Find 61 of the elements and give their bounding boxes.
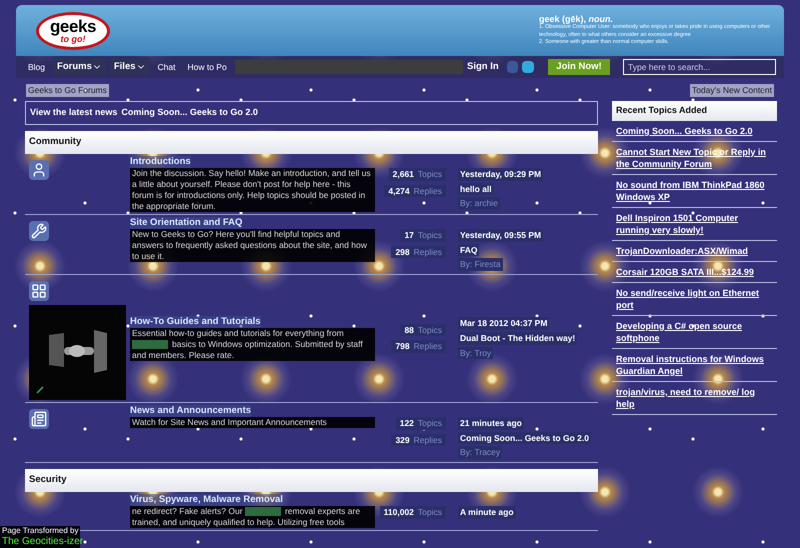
category-header: Security bbox=[25, 468, 598, 492]
forum-description: Essential how-to guides and tutorials for everything from basics to Windows optimization. Submitted by staff and members. Please rate. bbox=[130, 328, 375, 361]
topic-count: 2,661 Topics bbox=[388, 168, 446, 180]
news-link[interactable]: Coming Soon... Geeks to Go 2.0 bbox=[121, 106, 258, 120]
reply-count: 329 Replies bbox=[391, 434, 446, 446]
last-post-link[interactable]: hello all bbox=[458, 182, 494, 196]
topic-count: 88 Topics bbox=[400, 324, 446, 336]
category-header: Community bbox=[25, 130, 598, 154]
nav-link[interactable]: Forums bbox=[53, 58, 106, 76]
last-post-link[interactable]: Dual Boot - The Hidden way! bbox=[458, 332, 578, 345]
recent-topic-link[interactable]: No sound from IBM ThinkPad 1860 Windows XP bbox=[616, 178, 773, 203]
breadcrumb-link[interactable]: Geeks to Go Forums bbox=[26, 84, 109, 97]
windows-icon bbox=[29, 280, 49, 301]
person-icon bbox=[29, 160, 49, 180]
site-logo[interactable]: geeks to go! bbox=[36, 12, 110, 50]
news-label: View the latest news bbox=[30, 106, 118, 119]
reply-count: 798 Replies bbox=[391, 340, 446, 353]
forum-description: Join the discussion. Say hello! Make an introduction, and tell us a little about yourself. Please don't post for help here - this forum is for introductions only. Help topics should be posted in the appropriate forum. bbox=[130, 168, 375, 212]
forum-title-link[interactable]: Introductions bbox=[130, 156, 191, 168]
last-post-date: Yesterday, 09:29 PM bbox=[458, 168, 544, 180]
last-post-author: By: Troy bbox=[458, 346, 494, 360]
nav-link[interactable]: Chat bbox=[154, 58, 180, 76]
forum-title-link[interactable]: How-To Guides and Tutorials bbox=[130, 316, 261, 328]
newspaper-icon bbox=[29, 408, 49, 429]
topic-count: 110,002 Topics bbox=[380, 506, 446, 518]
forum-title-link[interactable]: Virus, Spyware, Malware Removal bbox=[130, 494, 283, 506]
last-post-date: A minute ago bbox=[458, 506, 516, 518]
topic-count: 17 Topics bbox=[400, 228, 446, 242]
forum-description: New to Geeks to Go? Here you'll find helpful topics and answers to frequently asked questions about the site, and how to use it. bbox=[130, 228, 375, 262]
last-post-date: 21 minutes ago bbox=[458, 416, 524, 430]
last-post-link[interactable]: FAQ bbox=[458, 244, 480, 256]
last-post-date: Yesterday, 09:55 PM bbox=[458, 228, 544, 242]
sidebar-header: Recent Topics Added bbox=[612, 100, 777, 121]
topic-count: 122 Topics bbox=[396, 416, 446, 430]
nav-link[interactable]: How to Po bbox=[183, 58, 231, 76]
forum-title-link[interactable]: News and Announcements bbox=[130, 404, 252, 417]
search-field[interactable]: Type here to search... bbox=[623, 59, 776, 75]
recent-topic-link[interactable]: Developing a C# open source softphone bbox=[616, 320, 773, 344]
last-post-author: By: Tracey bbox=[458, 446, 502, 459]
forum-description: ne redirect? Fake alerts? Our removal experts are trained, and uniquely qualified to help. Utilizing free tools bbox=[130, 506, 375, 528]
recent-topic-link[interactable]: No send/receive light on Ethernet port bbox=[616, 286, 773, 311]
recent-topic-link[interactable]: Removal instructions for Windows Guardian Angel bbox=[616, 352, 773, 377]
reply-count: 298 Replies bbox=[391, 246, 446, 258]
recent-topic-link[interactable]: trojan/virus, need to remove/ log help bbox=[616, 386, 773, 410]
new-content-link[interactable]: Today's New Content bbox=[690, 84, 774, 97]
recent-topic-link[interactable]: Dell Inspiron 1501 Computer running very slowly! bbox=[616, 212, 773, 236]
forum-description: Watch for Site News and Important Announcements bbox=[130, 416, 375, 428]
wrench-icon bbox=[29, 220, 49, 241]
recent-topic-link[interactable]: Coming Soon... Geeks to Go 2.0 bbox=[616, 124, 773, 137]
recent-topic-link[interactable]: TrojanDownloader:ASX/Wimad bbox=[616, 244, 773, 257]
forum-title-link[interactable]: Site Orientation and FAQ bbox=[130, 216, 242, 229]
last-post-date: Mar 18 2012 04:37 PM bbox=[458, 317, 550, 330]
nav-link[interactable]: Blog bbox=[24, 58, 50, 76]
definition-headword: geek (gēk), noun. bbox=[539, 14, 614, 24]
last-post-link[interactable]: Coming Soon... Geeks to Go 2.0 bbox=[458, 432, 591, 444]
last-post-author: By: Firesta bbox=[458, 258, 503, 271]
nav-link[interactable]: Files bbox=[110, 58, 150, 76]
sign-in-link[interactable]: Sign In bbox=[467, 60, 499, 74]
last-post-author: By: archie bbox=[458, 197, 500, 210]
recent-topic-link[interactable]: Corsair 120GB SATA III...$124.99 bbox=[616, 266, 773, 278]
reply-count: 4,274 Replies bbox=[384, 184, 446, 198]
